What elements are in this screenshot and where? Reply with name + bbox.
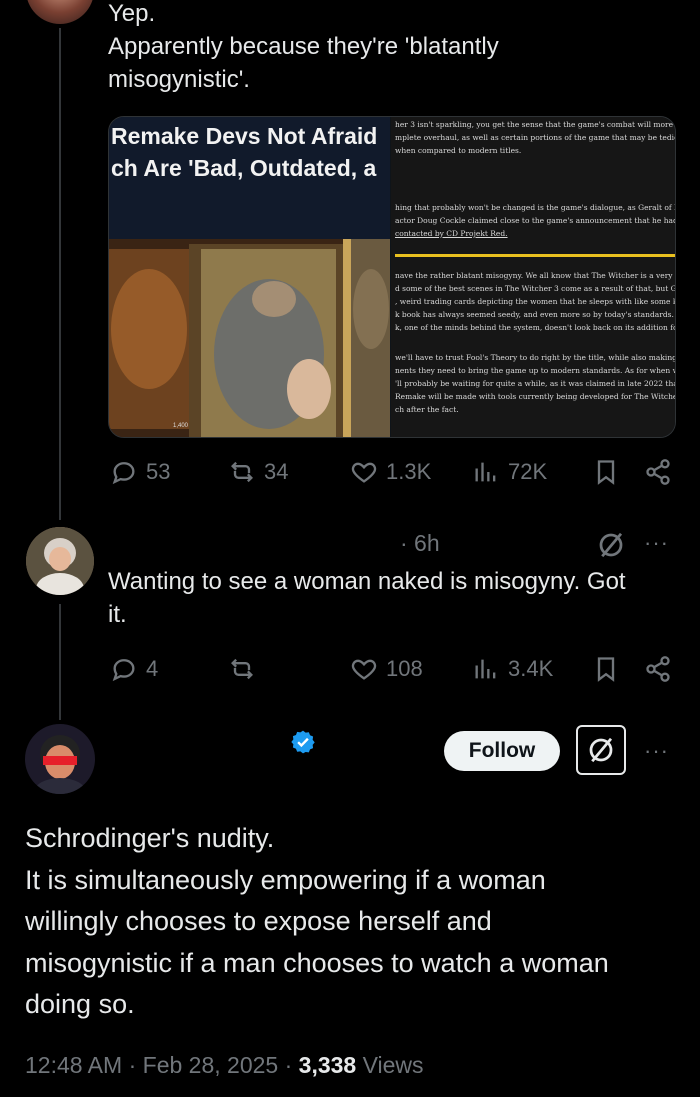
media-left-panel: Remake Devs Not Afraid ch Are 'Bad, Outd… — [109, 117, 390, 437]
article-para-d-2: nents they need to bring the game up to … — [395, 366, 675, 375]
grok-icon-tweet-2[interactable] — [596, 530, 626, 565]
article-para-a-2: mplete overhaul, as well as certain port… — [395, 133, 675, 142]
article-para-d-1: we'll have to trust Fool's Theory to do … — [395, 353, 675, 362]
share-button[interactable] — [644, 458, 672, 486]
repost-button-2[interactable] — [228, 655, 264, 683]
tweet-2-text: Wanting to see a woman naked is misogyny… — [108, 568, 626, 628]
tweet-time[interactable]: 12:48 AM — [25, 1052, 122, 1078]
tweet-2-time[interactable]: · 6h — [400, 530, 440, 557]
article-para-c-4: k book has always seemed seedy, and even… — [395, 310, 675, 319]
article-para-c-3: , weird trading cards depicting the wome… — [395, 297, 675, 306]
tweet-views-count: 3,338 — [298, 1052, 357, 1078]
avatar-user-1[interactable] — [26, 0, 94, 24]
share-button-2[interactable] — [644, 655, 672, 683]
reply-button[interactable]: 53 — [110, 458, 170, 486]
bookmark-button-2[interactable] — [592, 655, 620, 683]
media-image-tag: 1,400 — [173, 423, 189, 429]
repost-count: 34 — [264, 459, 289, 484]
tweet-1-media[interactable]: Remake Devs Not Afraid ch Are 'Bad, Outd… — [108, 116, 676, 438]
media-headline-line-2: ch Are 'Bad, Outdated, a — [111, 155, 377, 181]
media-headline-line-1: Remake Devs Not Afraid — [111, 123, 378, 149]
tweet-date[interactable]: Feb 28, 2025 — [143, 1052, 279, 1078]
artwork-illustration — [109, 239, 390, 437]
like-count: 1.3K — [386, 459, 432, 484]
reply-button-2[interactable]: 4 — [110, 655, 158, 683]
views-count-2: 3.4K — [508, 656, 554, 681]
thread-line-top — [59, 28, 61, 520]
verified-icon — [291, 730, 315, 754]
article-para-c-1: nave the rather blatant misogyny. We all… — [395, 271, 675, 280]
article-para-b-2: actor Doug Cockle claimed close to the g… — [395, 216, 675, 225]
media-headline: Remake Devs Not Afraid ch Are 'Bad, Outd… — [109, 117, 390, 239]
article-para-b-1: hing that probably won't be changed is t… — [395, 203, 675, 212]
tweet-1-text: Yep. Apparently because they're 'blatant… — [108, 0, 499, 93]
like-button[interactable]: 1.3K — [350, 458, 431, 486]
views-count: 72K — [508, 459, 548, 484]
repost-icon — [231, 658, 253, 680]
more-options-tweet-2[interactable]: ··· — [644, 530, 669, 556]
heart-icon — [351, 659, 377, 680]
bookmark-icon — [597, 657, 615, 682]
reply-icon — [112, 462, 135, 485]
share-icon — [646, 656, 670, 682]
like-button-2[interactable]: 108 — [350, 655, 423, 683]
reply-icon — [112, 659, 135, 682]
avatar-portrait — [26, 527, 94, 595]
heart-icon — [351, 462, 377, 483]
article-para-b-3: contacted by CD Projekt Red. — [395, 229, 508, 238]
article-para-d-5: ch after the fact. — [395, 405, 459, 414]
article-para-a-3: when compared to modern titles. — [395, 146, 522, 155]
repost-icon — [231, 461, 253, 483]
grok-icon — [599, 532, 623, 558]
bookmark-icon — [597, 460, 615, 485]
views-icon — [475, 659, 496, 679]
tweet-views-label: Views — [362, 1052, 424, 1078]
meta-separator-1: · — [128, 1052, 143, 1078]
article-divider — [395, 254, 675, 257]
thread-line-middle — [59, 604, 61, 720]
reply-count-2: 4 — [146, 656, 159, 681]
grok-icon — [589, 737, 613, 763]
avatar-user-2[interactable] — [26, 527, 94, 595]
article-para-c-5: k, one of the minds behind the system, d… — [395, 323, 675, 332]
share-icon — [646, 459, 670, 485]
avatar-portrait — [25, 724, 95, 794]
views-button-2[interactable]: 3.4K — [472, 655, 553, 683]
media-artwork: 1,400 — [109, 239, 390, 437]
like-count-2: 108 — [386, 656, 423, 681]
bookmark-button[interactable] — [592, 458, 620, 486]
main-tweet-meta: 12:48 AM · Feb 28, 2025 · 3,338 Views — [25, 1052, 424, 1079]
reply-count: 53 — [146, 459, 171, 484]
meta-separator-2: · — [284, 1052, 299, 1078]
main-tweet-text: Schrodinger's nudity. It is simultaneous… — [25, 823, 609, 1019]
article-para-a-1: her 3 isn't sparkling, you get the sense… — [395, 120, 675, 129]
verified-badge — [290, 729, 316, 760]
avatar-main-author[interactable] — [25, 724, 95, 794]
media-article-panel: her 3 isn't sparkling, you get the sense… — [391, 117, 675, 437]
follow-button[interactable]: Follow — [444, 731, 560, 771]
article-para-c-2: d some of the best scenes in The Witcher… — [395, 284, 675, 293]
article-para-d-4: Remake will be made with tools currently… — [395, 392, 675, 401]
article-para-d-3: 'll probably be waiting for quite a whil… — [395, 379, 675, 388]
more-options-main[interactable]: ··· — [644, 738, 669, 764]
views-icon — [475, 462, 496, 482]
repost-button[interactable]: 34 — [228, 458, 288, 486]
grok-button[interactable] — [576, 725, 626, 775]
views-button[interactable]: 72K — [472, 458, 547, 486]
